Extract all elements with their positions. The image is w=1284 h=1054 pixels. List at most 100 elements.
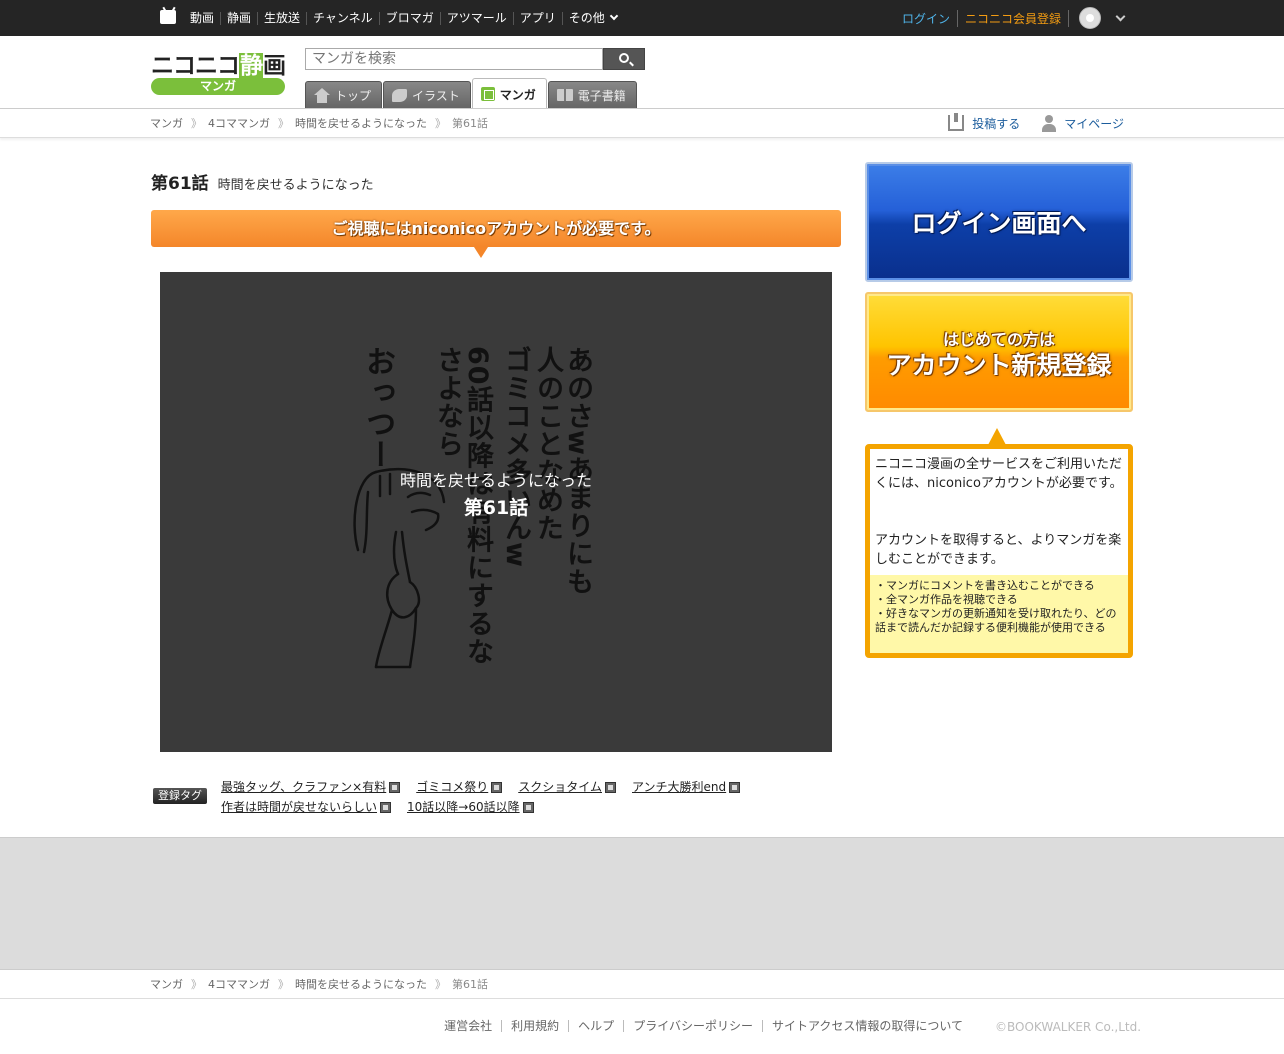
- breadcrumb-separator: 》: [435, 978, 446, 991]
- breadcrumb-bar-bottom: マンガ》 4コママンガ》 時間を戻せるようになった》 第61話: [0, 969, 1284, 999]
- viewer-overlay-series: 時間を戻せるようになった: [399, 471, 592, 490]
- info-text-2: アカウントを取得すると、よりマンガを楽しむことができます。: [875, 533, 1122, 567]
- nav-douga[interactable]: 動画: [184, 11, 220, 25]
- tab-manga[interactable]: マンガ: [471, 78, 547, 109]
- nav-app[interactable]: アプリ: [512, 11, 562, 25]
- breadcrumb-manga[interactable]: マンガ: [150, 976, 183, 992]
- tag-item: ゴミコメ祭り: [416, 776, 503, 796]
- tag-link[interactable]: スクショタイム: [518, 778, 602, 795]
- tag-item: 作者は時間が戻せないらしい: [221, 796, 392, 816]
- breadcrumb-separator: 》: [278, 978, 289, 991]
- search-icon: [619, 53, 629, 63]
- footer-link-privacy[interactable]: プライバシーポリシー: [623, 1020, 762, 1032]
- perk-item: ・全マンガ作品を視聴できる: [875, 593, 1018, 606]
- account-required-banner: ご視聴にはniconicoアカウントが必要です。: [151, 210, 841, 247]
- tab-ebook[interactable]: 電子書籍: [547, 81, 637, 109]
- tag-link[interactable]: ゴミコメ祭り: [416, 778, 488, 795]
- global-navbar: 動画 静画 生放送 チャンネル ブロマガ アツマール アプリ その他 ログイン …: [0, 0, 1284, 36]
- footer-link-help[interactable]: ヘルプ: [568, 1020, 623, 1032]
- register-link[interactable]: ニコニコ会員登録: [958, 9, 1069, 27]
- breadcrumb: マンガ》 4コママンガ》 時間を戻せるようになった》 第61話: [150, 970, 488, 998]
- dictionary-icon[interactable]: [491, 781, 503, 793]
- breadcrumb-manga[interactable]: マンガ: [150, 115, 183, 131]
- user-menu-chevron-icon[interactable]: [1115, 11, 1126, 21]
- footer-links: 運営会社 利用規約 ヘルプ プライバシーポリシー サイトアクセス情報の取得につい…: [435, 1020, 972, 1032]
- mypage-link[interactable]: マイページ: [1020, 114, 1124, 132]
- brush-icon: [392, 88, 408, 102]
- user-utilities: 投稿する マイページ: [948, 109, 1124, 137]
- tag-link[interactable]: 10話以降→60話以降: [407, 798, 520, 815]
- dictionary-icon[interactable]: [389, 781, 401, 793]
- search-box: [305, 48, 645, 70]
- search-input[interactable]: [305, 48, 603, 70]
- tab-illust[interactable]: イラスト: [383, 81, 471, 109]
- account-info-box: ニコニコ漫画の全サービスをご利用いただくには、niconicoアカウントが必要で…: [865, 444, 1133, 658]
- tag-link[interactable]: アンチ大勝利end: [632, 778, 726, 795]
- manga-viewer[interactable]: あのさwあまりにも 人のことなめた ゴミコメ多いんw 60話以降は有料にするな …: [160, 272, 832, 752]
- manga-text-line: ゴミコメ多いんw: [500, 346, 531, 568]
- breadcrumb-current: 第61話: [452, 117, 488, 130]
- tag-item: スクショタイム: [518, 776, 616, 796]
- breadcrumb-separator: 》: [191, 978, 202, 991]
- breadcrumb: マンガ》 4コママンガ》 時間を戻せるようになった》 第61話: [150, 109, 488, 137]
- login-screen-button[interactable]: ログイン画面へ: [865, 162, 1133, 282]
- breadcrumb-4koma[interactable]: 4コママンガ: [208, 976, 270, 992]
- chevron-down-icon: [609, 11, 618, 21]
- footer-link-terms[interactable]: 利用規約: [501, 1020, 568, 1032]
- tag-item: アンチ大勝利end: [632, 776, 741, 796]
- post-link[interactable]: 投稿する: [948, 113, 1020, 132]
- info-text-1: ニコニコ漫画の全サービスをご利用いただくには、niconicoアカウントが必要で…: [875, 457, 1123, 491]
- nav-channel[interactable]: チャンネル: [306, 11, 379, 25]
- book-icon: [556, 89, 573, 101]
- avatar[interactable]: [1079, 7, 1101, 29]
- tab-top[interactable]: トップ: [305, 81, 383, 109]
- breadcrumb-series[interactable]: 時間を戻せるようになった: [295, 976, 427, 992]
- person-icon: [1042, 114, 1057, 132]
- nav-atsumaru[interactable]: アツマール: [439, 11, 513, 25]
- site-header: ニコニコ静画 マンガ トップ イラスト マンガ 電子書籍: [0, 36, 1284, 109]
- mypage-label: マイページ: [1064, 116, 1124, 131]
- account-area: ログイン ニコニコ会員登録: [902, 0, 1126, 36]
- service-links: 動画 静画 生放送 チャンネル ブロマガ アツマール アプリ その他: [184, 0, 623, 36]
- footer-link-company[interactable]: 運営会社: [435, 1020, 501, 1032]
- dictionary-icon[interactable]: [522, 801, 534, 813]
- dictionary-icon[interactable]: [729, 781, 741, 793]
- tag-link[interactable]: 最強タッグ、クラファン×有料: [221, 778, 386, 795]
- upload-icon: [948, 113, 965, 131]
- perk-item: ・マンガにコメントを書き込むことができる: [875, 579, 1095, 592]
- dictionary-icon[interactable]: [605, 781, 616, 793]
- ad-area: [0, 837, 1284, 969]
- tag-label: 登録タグ: [153, 788, 207, 804]
- new-account-button[interactable]: はじめての方は アカウント新規登録: [865, 292, 1133, 412]
- tab-illust-label: イラスト: [412, 88, 460, 103]
- login-link[interactable]: ログイン: [902, 9, 958, 27]
- nav-seiga[interactable]: 静画: [220, 11, 257, 25]
- tag-link[interactable]: 作者は時間が戻せないらしい: [221, 798, 377, 815]
- banner-arrow: [474, 247, 488, 258]
- dictionary-icon[interactable]: [380, 801, 392, 813]
- episode-number: 第61話: [151, 174, 209, 194]
- search-button[interactable]: [603, 48, 645, 70]
- logo-subtitle: マンガ: [151, 78, 285, 95]
- category-tabs: トップ イラスト マンガ 電子書籍: [305, 78, 638, 109]
- breadcrumb-series[interactable]: 時間を戻せるようになった: [295, 115, 427, 131]
- breadcrumb-4koma[interactable]: 4コママンガ: [208, 115, 270, 131]
- nav-live[interactable]: 生放送: [257, 11, 306, 25]
- breadcrumb-separator: 》: [278, 117, 289, 130]
- logo-text: ニコニコ静画: [151, 53, 286, 79]
- manga-text-line: さよなら: [432, 346, 463, 458]
- footer-link-access-info[interactable]: サイトアクセス情報の取得について: [761, 1020, 972, 1032]
- home-icon: [314, 87, 330, 103]
- account-perks-list: ・マンガにコメントを書き込むことができる ・全マンガ作品を視聴できる ・好きなマ…: [870, 575, 1128, 653]
- info-box-arrow: [988, 428, 1006, 445]
- nav-blomaga[interactable]: ブロマガ: [378, 11, 440, 25]
- perk-item: ・好きなマンガの更新通知を受け取れたり、どの話まで読んだか記録する便利機能が使用…: [875, 607, 1117, 634]
- tab-top-label: トップ: [335, 88, 372, 103]
- niconico-tv-icon[interactable]: [160, 10, 176, 24]
- seiga-manga-logo[interactable]: ニコニコ静画 マンガ: [151, 46, 286, 96]
- nav-more[interactable]: その他: [561, 11, 623, 25]
- tag-list: 最強タッグ、クラファン×有料 ゴミコメ祭り スクショタイム アンチ大勝利end …: [221, 776, 841, 816]
- manga-icon: [480, 87, 495, 101]
- copyright: ©BOOKWALKER Co.,Ltd.: [995, 1020, 1142, 1034]
- viewer-overlay-episode: 第61話: [463, 497, 529, 519]
